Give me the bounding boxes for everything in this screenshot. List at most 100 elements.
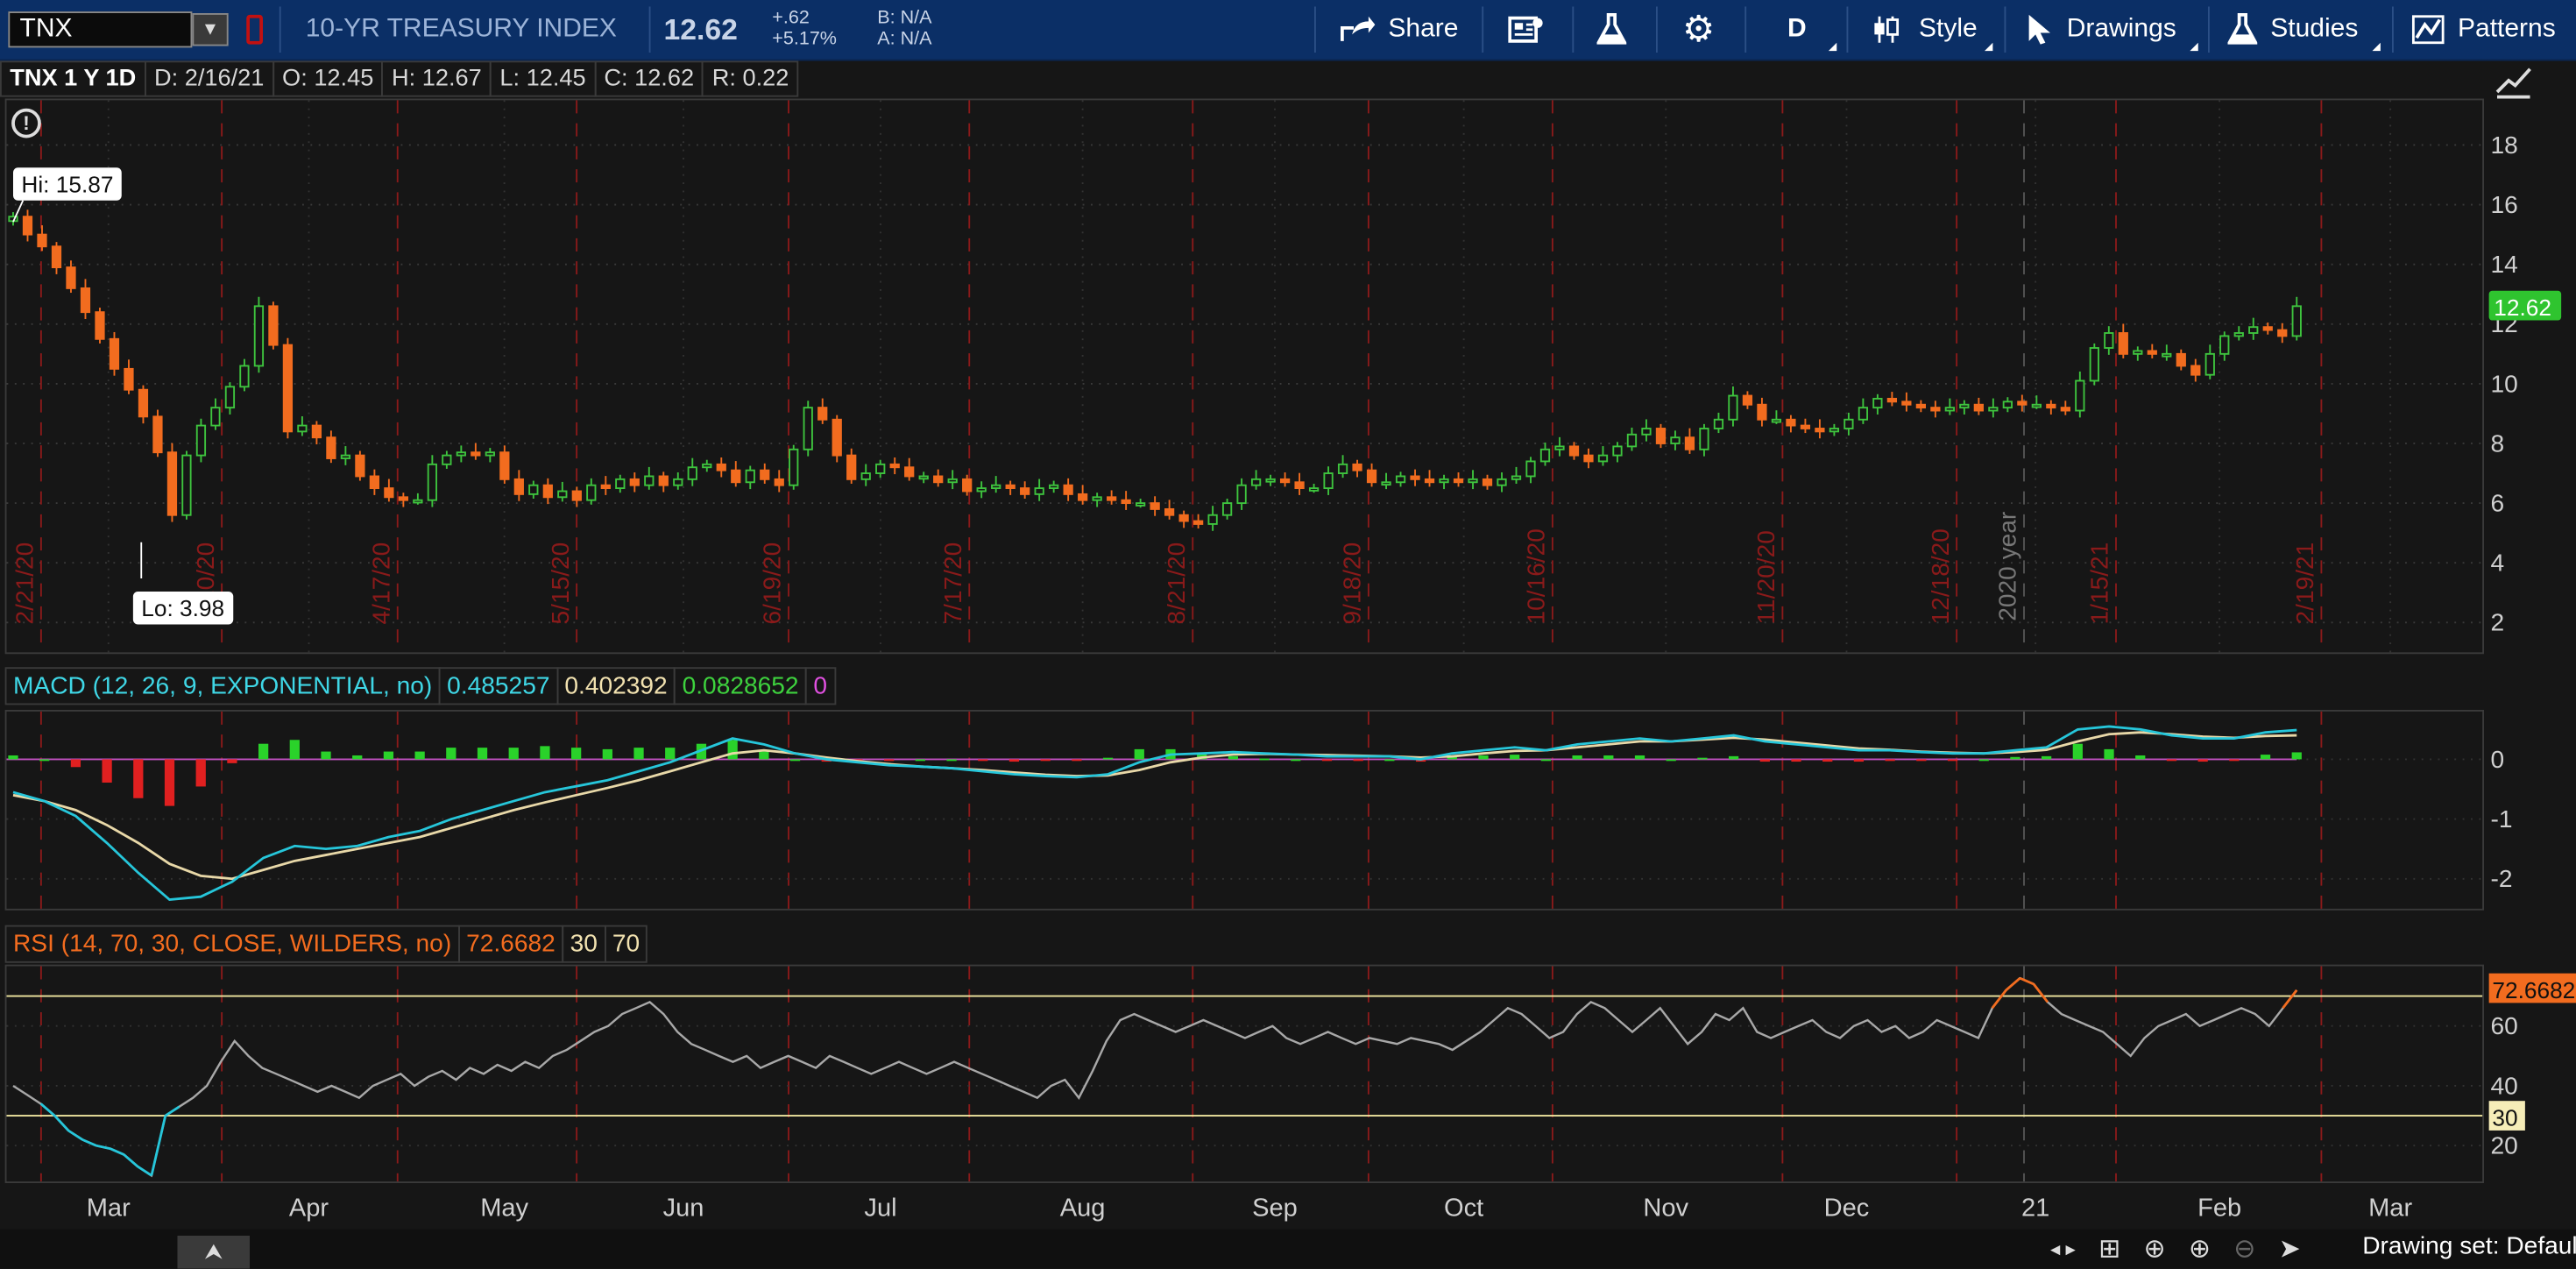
macd-histogram-bar	[1259, 758, 1270, 761]
candle-body	[1886, 397, 1898, 403]
macd-histogram-bar	[102, 759, 112, 783]
macd-histogram-bar	[1947, 759, 1958, 762]
price-tick-label: 18	[2491, 131, 2518, 159]
candle-body	[1525, 460, 1536, 478]
scroll-icon[interactable]: ◂ ▸	[2050, 1237, 2076, 1260]
candle-body	[2118, 332, 2128, 355]
rsi-value-tag-label: 72.6682	[2492, 977, 2575, 1003]
candle-body	[1872, 397, 1883, 409]
candle-body	[875, 463, 886, 474]
fit-icon[interactable]: ⊞	[2098, 1232, 2120, 1265]
price-tick-label: 16	[2491, 191, 2518, 218]
candle-body	[326, 436, 336, 459]
macd-histogram-bar	[195, 759, 206, 787]
candle-body	[138, 388, 149, 418]
candle-body	[1192, 520, 1204, 525]
rsi-title[interactable]: RSI (14, 70, 30, CLOSE, WILDERS, no)	[4, 925, 460, 963]
price-tick-label: 10	[2491, 370, 2518, 397]
candle-body	[1728, 394, 1738, 421]
candle-body	[1381, 481, 1391, 486]
candle-body	[702, 463, 712, 469]
candle-body	[311, 424, 322, 439]
candle-body	[1323, 472, 1334, 490]
candle-body	[124, 367, 134, 391]
zoom-in-icon[interactable]: ⊕	[2189, 1232, 2211, 1265]
candle-body	[340, 454, 351, 459]
rsi-oversold-segment	[164, 1105, 180, 1117]
macd-title[interactable]: MACD (12, 26, 9, EXPONENTIAL, no)	[4, 667, 441, 705]
macd-histogram-bar	[477, 748, 488, 760]
macd-histogram-bar	[602, 748, 612, 760]
candle-body	[456, 451, 466, 457]
candle-body	[600, 484, 611, 490]
price-tick-label: 6	[2491, 489, 2505, 516]
rsi-overbought-segment	[2019, 976, 2035, 986]
macd-histogram-bar	[446, 748, 456, 760]
macd-histogram-bar	[383, 751, 394, 760]
alert-icon[interactable]: !	[11, 108, 41, 138]
month-axis-label: Feb	[2197, 1195, 2241, 1223]
macd-histogram-bar	[8, 755, 18, 760]
candle-body	[1034, 487, 1044, 495]
candle-body	[1207, 514, 1218, 525]
candle-body	[2176, 352, 2186, 367]
rsi-oversold-segment	[110, 1147, 124, 1156]
rsi-tick-label: 60	[2491, 1012, 2518, 1039]
date-marker-label: 6/19/20	[759, 542, 786, 625]
month-axis-label: May	[480, 1195, 528, 1223]
candle-body	[542, 484, 553, 499]
candle-body	[1944, 407, 1955, 412]
candle-body	[384, 487, 394, 499]
candle-body	[1236, 484, 1247, 505]
candle-body	[976, 487, 987, 493]
date-marker-label: 7/17/20	[939, 542, 966, 625]
candle-body	[1265, 478, 1276, 483]
collapse-button[interactable]: ⮝	[177, 1236, 250, 1269]
rsi-header: RSI (14, 70, 30, CLOSE, WILDERS, no) 72.…	[4, 925, 648, 965]
candle-body	[80, 287, 91, 314]
macd-histogram-bar	[978, 759, 988, 762]
candle-body	[51, 245, 62, 269]
candle-body	[1337, 463, 1348, 474]
candle-body	[181, 454, 192, 516]
candle-body	[774, 478, 784, 486]
date-marker-label: 8/21/20	[1163, 542, 1190, 625]
zoom-out-icon[interactable]: ⊖	[2233, 1232, 2255, 1265]
macd-histogram-bar	[414, 751, 425, 760]
candle-body	[224, 386, 236, 409]
candle-body	[2291, 305, 2302, 337]
candle-body	[2162, 352, 2172, 358]
macd-histogram-bar	[2072, 743, 2083, 760]
candle-body	[152, 415, 163, 454]
candle-body	[95, 311, 105, 340]
candle-body	[2046, 403, 2056, 409]
candle-body	[1713, 418, 1724, 429]
macd-histogram-bar	[258, 743, 269, 760]
candle-body	[991, 484, 1001, 490]
date-marker-label: 11/20/20	[1752, 530, 1780, 624]
macd-histogram-bar	[789, 759, 801, 762]
macd-histogram-bar	[321, 751, 331, 760]
cursor-icon[interactable]: ➤	[2279, 1232, 2301, 1265]
candle-body	[2104, 332, 2114, 349]
candle-body	[1915, 403, 1926, 409]
candle-body	[369, 475, 380, 490]
candle-body	[2277, 329, 2288, 337]
macd-histogram-bar	[1510, 755, 1520, 760]
macd-histogram-bar	[1822, 759, 1833, 762]
macd-value: 0.485257	[438, 667, 558, 705]
macd-histogram-bar	[571, 748, 582, 760]
crosshair-icon[interactable]: ⊕	[2143, 1232, 2165, 1265]
candle-body	[1049, 484, 1059, 490]
macd-histogram-bar	[665, 748, 676, 760]
macd-histogram-bar	[1634, 755, 1645, 760]
candle-body	[1136, 502, 1146, 507]
candle-body	[1308, 487, 1320, 492]
candle-body	[673, 478, 683, 486]
candle-body	[1482, 478, 1493, 486]
macd-histogram-bar	[1353, 759, 1363, 762]
macd-avg: 0.402392	[556, 667, 676, 705]
drawing-set-label[interactable]: Drawing set: Default	[2362, 1232, 2576, 1260]
candle-body	[442, 454, 452, 465]
month-axis-label: Jun	[663, 1195, 704, 1223]
